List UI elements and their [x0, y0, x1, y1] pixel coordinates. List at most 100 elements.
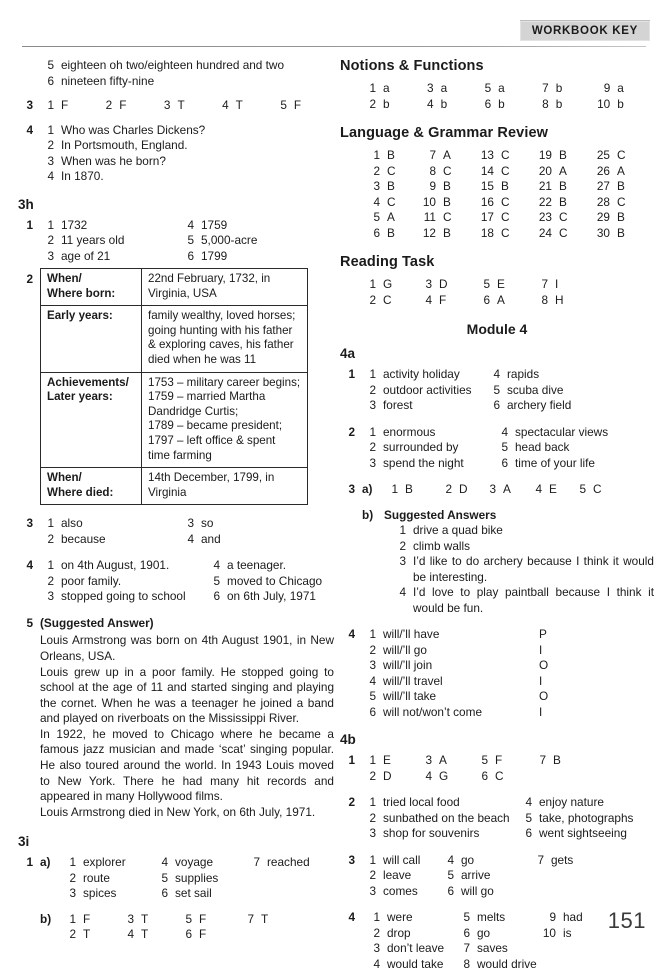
list-item: 7 b [535, 81, 562, 97]
item-number: 4 [493, 367, 500, 381]
item-number: 1 [399, 523, 406, 537]
item-number: 26 [596, 163, 610, 178]
unit-heading-4a: 4a [340, 346, 356, 361]
list-item: 6 b [477, 97, 505, 113]
answer-column: 1 on 4th August, 1901. 2 poor family. 3 … [40, 558, 206, 605]
list-item: 3 I’d like to do archery because I think … [392, 554, 654, 585]
item-value: Who was Charles Dickens? [61, 122, 206, 137]
item-value: E [383, 753, 391, 767]
answer-column: 7 reached [246, 855, 309, 902]
item-value: rapids [507, 367, 540, 381]
list-item: 5 scuba dive [486, 383, 571, 399]
list-item: 10 B [418, 195, 476, 211]
list-item: 27 B [592, 179, 626, 195]
item-value: so [201, 516, 214, 531]
item-number: 3 [399, 554, 406, 568]
answer-column: 1B2C3B4C5A6B [362, 148, 418, 241]
item-value: spectacular views [515, 424, 609, 439]
item-value: In 1870. [61, 169, 104, 183]
item-value: F [119, 98, 127, 112]
item-value: surrounded by [383, 440, 459, 454]
list-item: 25 C [592, 148, 626, 164]
list-item: 6 will go [440, 884, 530, 900]
ex-number: 3 [348, 852, 355, 867]
item-number: 10 [542, 925, 556, 940]
item-number: 5 [493, 382, 500, 397]
answer-grid: 1 tried local food 2 sunbathed on the beach… [362, 795, 654, 842]
item-value: G [383, 277, 393, 291]
item-value: drop [387, 925, 411, 940]
answer-column: 1B [384, 482, 438, 498]
list-item: 2C [362, 293, 418, 309]
item-number: 23 [538, 210, 552, 224]
item-number: 2 [369, 292, 376, 307]
workbook-key-page: WORKBOOK KEY 5 eighteen oh two/eighteen … [0, 0, 666, 971]
item-number: 6 [483, 292, 490, 307]
item-value: I’d like to do archery because I think i… [413, 554, 654, 584]
item-value: nineteen fifty-nine [61, 73, 155, 88]
item-value: A [559, 163, 567, 178]
item-value: B [443, 225, 451, 240]
answer-grid: 1 F 2 F 3 T 4 T 5 F [40, 98, 334, 114]
item-value: is [563, 925, 572, 940]
answer-column: 4E [528, 482, 572, 498]
item-value: C [617, 194, 626, 209]
list-item: 17 C [476, 210, 534, 226]
suggested-answers-heading: Suggested Answers [384, 507, 497, 522]
item-number: 3 [187, 516, 194, 531]
answer-column: 3 T 4 T [120, 912, 178, 943]
unit-heading-3i: 3i [18, 834, 30, 850]
item-value: When was he born? [61, 153, 166, 168]
list-item: 1B [362, 148, 418, 164]
item-number: 14 [480, 163, 494, 178]
item-number: 8 [429, 163, 436, 178]
item-number: 3 [47, 589, 54, 604]
list-item: 7 reached [246, 855, 309, 871]
section-title-reading: Reading Task [340, 254, 435, 270]
item-number: 5 [525, 810, 532, 825]
list-item: 4 and [180, 532, 220, 548]
item-number: 5 [47, 58, 54, 72]
item-number: 2 [399, 538, 406, 553]
answer-grid: 1 B 2 C 3 B 4 C 5 A 6 B 7 A 8 C 9 B 10 B 11 C 12 B 13 C 14 C 15 B 16 C 1… [362, 148, 654, 241]
list-item: 9B [418, 179, 476, 195]
answer-column: 1 were 2 drop 3 don’t leave 4 would take [362, 910, 452, 972]
item-value: activity holiday [383, 367, 460, 381]
item-value: would drive [477, 956, 537, 971]
list-item: 2C [362, 164, 418, 180]
item-tag: I [539, 704, 543, 719]
list-item: 2 route [62, 871, 154, 887]
item-number: 4 [187, 217, 194, 232]
item-value: tried local food [383, 795, 460, 809]
list-item: 5A [362, 210, 418, 226]
table-cell-value: 1753 – military career begins; 1759 – mar… [141, 371, 308, 469]
item-value: I [555, 277, 559, 291]
item-number: 6 [369, 704, 376, 719]
answer-column: 1 F [40, 98, 68, 114]
answer-column: 3A [482, 482, 528, 498]
answer-column: 1 F 2 T [62, 912, 120, 943]
list-item: 2 sunbathed on the beach [362, 811, 518, 827]
list-item: 9 had [538, 910, 582, 926]
item-number: 9 [603, 81, 611, 95]
item-number: 7 [247, 911, 254, 926]
exercise-3i-1a: 1 a) 1 explorer 2 route 3 spices 4 voyag… [18, 855, 334, 943]
item-value: C [443, 163, 452, 178]
list-item: 6A [476, 293, 534, 309]
answer-column: 5 eighteen oh two/eighteen hundred and t… [40, 58, 334, 89]
list-item: 7A [418, 148, 476, 164]
paragraph: Louis Armstrong died in New York, on 6th… [40, 804, 316, 819]
list-item: 11 C [418, 210, 476, 226]
ex-number: 3 [348, 482, 355, 496]
list-item: 22 B [534, 195, 592, 211]
answer-column: 1E2D [362, 753, 418, 784]
list-item: 3D [418, 277, 476, 293]
answer-column: 7 A 8 C 9 B 10 B 11 C 12 B [418, 148, 476, 241]
sub-label: a) [362, 482, 373, 496]
item-number: 2 [47, 233, 54, 247]
item-number: 21 [538, 179, 552, 193]
list-item: 4F [418, 293, 476, 309]
unit-heading-3h: 3h [18, 196, 34, 212]
item-number: 6 [213, 589, 220, 604]
item-value: will not/won’t come [383, 704, 483, 719]
